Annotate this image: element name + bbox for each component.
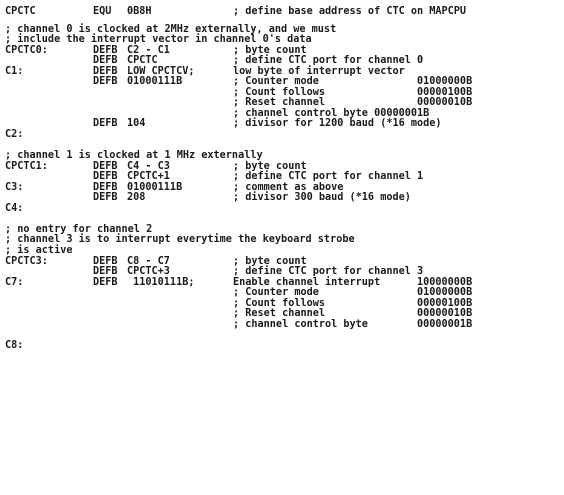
line-operand: 104 (127, 118, 146, 130)
line-label: C8: (5, 339, 24, 351)
line-opcode: DEFB (93, 118, 118, 130)
line-label: C3: (5, 181, 24, 193)
line-label: C4: (5, 202, 24, 214)
line-label: CPCTC0: (5, 44, 48, 56)
line-label: C1: (5, 65, 24, 77)
code-line: DEFB 104 ; divisor for 1200 baud (*16 mode… (5, 119, 561, 130)
line-comment: ; divisor for 1200 baud (*16 mode) (233, 118, 442, 130)
comment-line: ; channel 3 is to interrupt everytime th… (5, 235, 561, 246)
line-comment: ; define base address of CTC on MAPCPU (233, 6, 467, 17)
comment-line: ; is active (5, 245, 561, 257)
line-opcode: DEFB (93, 276, 118, 288)
line-label: CPCTC (5, 6, 36, 17)
line-label: CPCTC3: (5, 255, 48, 267)
line-opcode: DEFB (93, 76, 118, 88)
line-opcode: DEFB (93, 192, 118, 204)
code-line: C8: (5, 339, 561, 352)
code-line: C2: (5, 129, 561, 141)
code-line: DEFB 208 ; divisor 300 baud (*16 mode) (5, 193, 561, 204)
line-operand: 0B8H (127, 6, 152, 17)
assembly-listing: CPCTC EQU 0B8H ; define base address of CTC… (5, 6, 561, 352)
code-line: ; channel control byte 00000001B (5, 318, 561, 331)
code-line: CPCTC EQU 0B8H ; define base address of CTC… (5, 6, 561, 18)
comment-text: ; is active (5, 245, 73, 257)
line-label: C2: (5, 129, 24, 141)
line-label: CPCTC1: (5, 160, 48, 172)
line-comment: ; divisor 300 baud (*16 mode) (233, 192, 411, 204)
line-operand: 208 (127, 192, 146, 204)
line-label: C7: (5, 276, 24, 288)
line-binary-value: 00000001B (417, 318, 473, 330)
line-opcode: EQU (93, 6, 112, 17)
line-operand: 11010111B; (127, 276, 195, 288)
line-comment: ; channel control byte (233, 318, 368, 330)
code-line: C4: (5, 202, 561, 215)
line-operand: 01000111B (127, 76, 183, 88)
